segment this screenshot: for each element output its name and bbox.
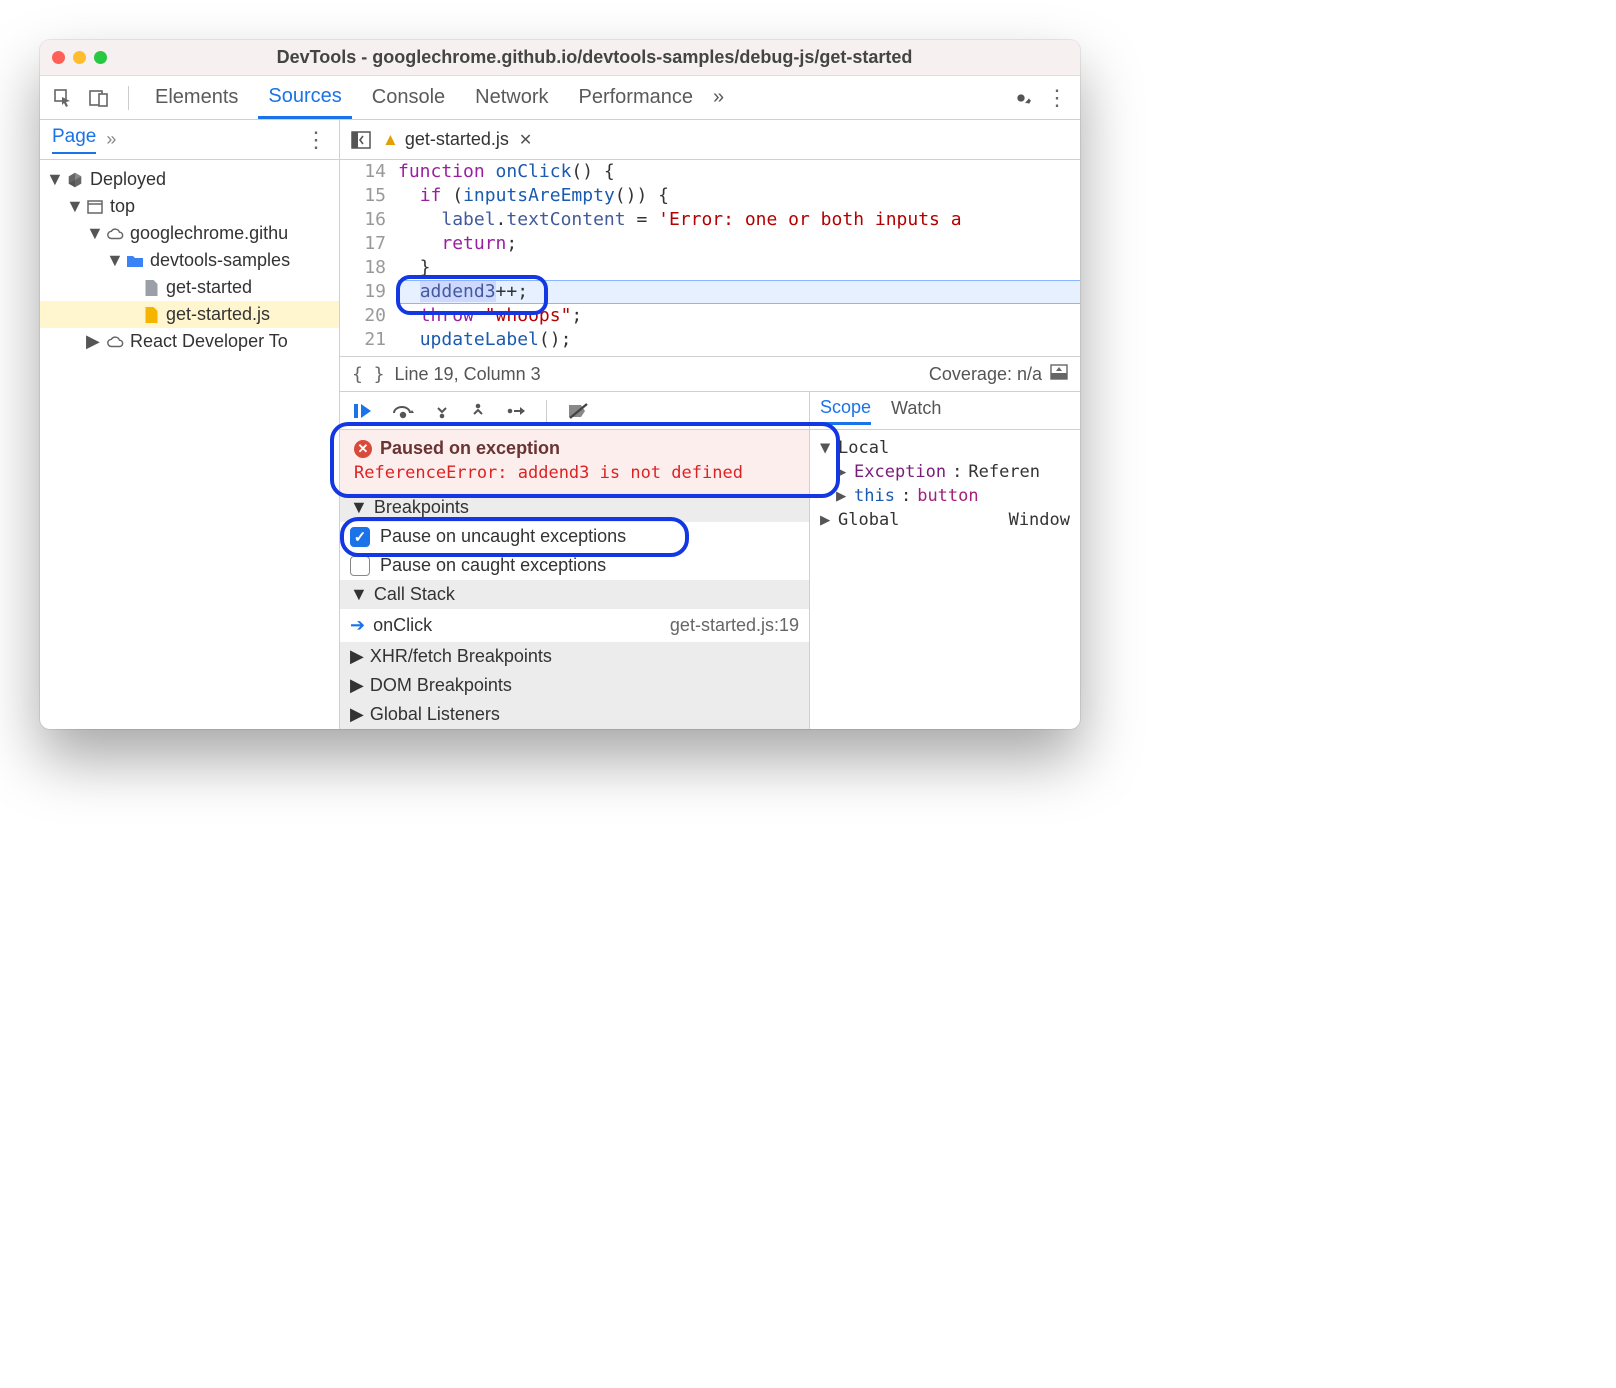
frame-name: onClick (373, 615, 432, 636)
cloud-icon (106, 335, 124, 349)
editor-tabstrip: ▲ get-started.js ✕ (340, 120, 1080, 160)
tree-extension[interactable]: ▶ React Developer To (40, 328, 339, 355)
deactivate-breakpoints-button[interactable] (567, 402, 589, 420)
navigator-overflow[interactable]: » (106, 129, 116, 150)
close-window-button[interactable] (52, 51, 65, 64)
debugger-pane: ✕ Paused on exception ReferenceError: ad… (340, 392, 810, 729)
checkbox-on-icon[interactable] (350, 527, 370, 547)
file-tab-name: get-started.js (405, 129, 509, 150)
tree-label: Deployed (90, 169, 166, 190)
window-title: DevTools - googlechrome.github.io/devtoo… (121, 47, 1068, 68)
paused-error: ReferenceError: addend3 is not defined (354, 463, 795, 483)
close-tab-icon[interactable]: ✕ (519, 130, 532, 150)
traffic-lights (52, 51, 107, 64)
tree-label: devtools-samples (150, 250, 290, 271)
callstack-header[interactable]: ▼Call Stack (340, 580, 809, 609)
navigator-tab-page[interactable]: Page (52, 126, 96, 154)
frame-location: get-started.js:19 (670, 615, 799, 636)
step-out-button[interactable] (470, 402, 486, 420)
dom-breakpoints-header[interactable]: ▶DOM Breakpoints (340, 671, 809, 700)
tree-file-js[interactable]: get-started.js (40, 301, 339, 328)
tree-top[interactable]: ▼ top (40, 193, 339, 220)
file-tab[interactable]: ▲ get-started.js ✕ (382, 129, 532, 150)
tree-label: get-started.js (166, 304, 270, 325)
navigator-panel: Page » ⋮ ▼ Deployed ▼ to (40, 120, 340, 729)
navigator-tabs: Page » ⋮ (40, 120, 339, 160)
frame-icon (86, 199, 104, 215)
file-tree: ▼ Deployed ▼ top ▼ (40, 160, 339, 361)
scope-this[interactable]: ▶this: button (820, 484, 1070, 508)
scope-pane: Scope Watch ▼Local ▶Exception: Referen ▶… (810, 392, 1080, 729)
minimize-window-button[interactable] (73, 51, 86, 64)
current-frame-icon: ➔ (350, 615, 365, 636)
editor-statusbar: { } Line 19, Column 3 Coverage: n/a (340, 356, 1080, 392)
navigator-more-icon[interactable]: ⋮ (305, 127, 327, 153)
resume-button[interactable] (352, 402, 372, 420)
cloud-icon (106, 227, 124, 241)
tab-performance[interactable]: Performance (569, 76, 704, 119)
doc-icon (142, 279, 160, 297)
settings-gear-icon[interactable] (1008, 85, 1034, 111)
more-menu-icon[interactable]: ⋮ (1044, 85, 1070, 111)
scope-exception[interactable]: ▶Exception: Referen (820, 460, 1070, 484)
step-over-button[interactable] (392, 403, 414, 419)
scope-local[interactable]: ▼Local (820, 436, 1070, 460)
js-doc-icon (142, 306, 160, 324)
tree-label: top (110, 196, 135, 217)
step-button[interactable] (506, 404, 526, 418)
tab-scope[interactable]: Scope (820, 397, 871, 425)
tab-network[interactable]: Network (465, 76, 558, 119)
pause-caught-row[interactable]: Pause on caught exceptions (340, 551, 809, 580)
tree-label: googlechrome.githu (130, 223, 288, 244)
tab-sources[interactable]: Sources (258, 76, 351, 119)
global-listeners-header[interactable]: ▶Global Listeners (340, 700, 809, 729)
tree-label: React Developer To (130, 331, 288, 352)
drawer-toggle-icon[interactable] (1050, 364, 1068, 385)
devtools-toolbar: Elements Sources Console Network Perform… (40, 76, 1080, 120)
tab-elements[interactable]: Elements (145, 76, 248, 119)
exception-icon: ✕ (354, 440, 372, 458)
breakpoints-header[interactable]: ▼Breakpoints (340, 493, 809, 522)
zoom-window-button[interactable] (94, 51, 107, 64)
cursor-position: Line 19, Column 3 (395, 364, 541, 385)
toggle-navigator-icon[interactable] (350, 129, 372, 151)
pause-uncaught-label: Pause on uncaught exceptions (380, 526, 626, 547)
code-editor[interactable]: 1415161718192021 function onClick() { if… (340, 160, 1080, 356)
tree-deployed[interactable]: ▼ Deployed (40, 166, 339, 193)
step-into-button[interactable] (434, 402, 450, 420)
warning-icon: ▲ (382, 130, 399, 150)
callstack-frame[interactable]: ➔ onClick get-started.js:19 (340, 609, 809, 642)
pretty-print-icon[interactable]: { } (352, 364, 385, 385)
tree-origin[interactable]: ▼ googlechrome.githu (40, 220, 339, 247)
separator (128, 86, 129, 110)
titlebar: DevTools - googlechrome.github.io/devtoo… (40, 40, 1080, 76)
tree-label: get-started (166, 277, 252, 298)
app-window: DevTools - googlechrome.github.io/devtoo… (40, 40, 1080, 729)
pause-caught-label: Pause on caught exceptions (380, 555, 606, 576)
coverage-label: Coverage: n/a (929, 364, 1042, 385)
scope-global[interactable]: ▶Global Window (820, 508, 1070, 532)
paused-banner: ✕ Paused on exception ReferenceError: ad… (340, 430, 809, 493)
tree-folder[interactable]: ▼ devtools-samples (40, 247, 339, 274)
debugger-toolbar (340, 392, 809, 430)
xhr-breakpoints-header[interactable]: ▶XHR/fetch Breakpoints (340, 642, 809, 671)
tab-console[interactable]: Console (362, 76, 455, 119)
folder-icon (126, 254, 144, 268)
device-toggle-icon[interactable] (86, 85, 112, 111)
pause-uncaught-row[interactable]: Pause on uncaught exceptions (340, 522, 809, 551)
tab-watch[interactable]: Watch (891, 398, 941, 423)
paused-title: Paused on exception (380, 438, 560, 459)
checkbox-off-icon[interactable] (350, 556, 370, 576)
cube-icon (66, 171, 84, 189)
separator (546, 400, 547, 422)
inspect-icon[interactable] (50, 85, 76, 111)
tree-file-html[interactable]: get-started (40, 274, 339, 301)
scope-tabs: Scope Watch (810, 392, 1080, 430)
tabs-overflow[interactable]: » (713, 76, 724, 119)
